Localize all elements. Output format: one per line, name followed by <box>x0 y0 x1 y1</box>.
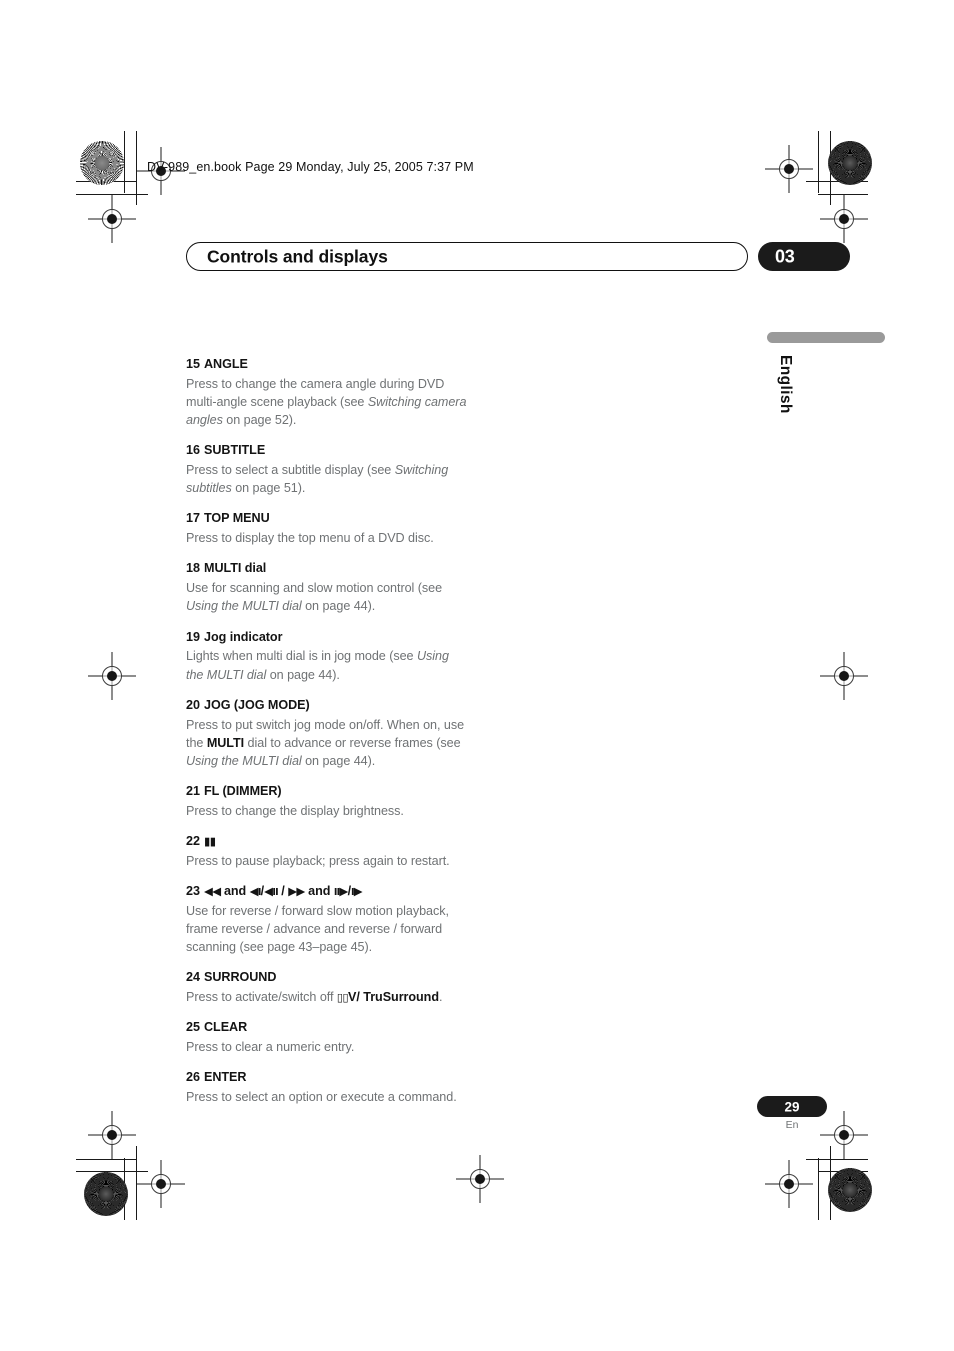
entry-number: 25 <box>186 1020 200 1035</box>
entry-heading: 23 ◀◀ and ◀I/◀II / ▶▶ and II▶/I▶ <box>186 883 468 901</box>
entry-heading: 25 CLEAR <box>186 1019 468 1037</box>
entry-body-text: Press to clear a numeric entry. <box>186 1040 355 1054</box>
entry-body-text: Press to pause playback; press again to … <box>186 853 450 868</box>
entry-body-text: Press to change the display brightness. <box>186 803 404 818</box>
entry-name: SURROUND <box>204 970 277 985</box>
document-page: DV-989_en.book Page 29 Monday, July 25, … <box>0 0 954 1351</box>
entry-number: 24 <box>186 970 200 985</box>
chapter-number-badge: 03 <box>758 242 850 271</box>
entry-body-text: Press to display the top menu of a DVD d… <box>186 531 434 546</box>
page-title: Controls and displays <box>207 246 388 266</box>
entry-number: 16 <box>186 443 200 458</box>
registration-crosshair <box>765 1160 813 1208</box>
entry-number: 15 <box>186 357 200 371</box>
entry-number: 19 <box>186 629 200 644</box>
entry-number: 17 <box>186 511 200 526</box>
entry-heading: 18 MULTI dial <box>186 560 468 578</box>
entry-heading: 20 JOG (JOG MODE) <box>186 697 468 715</box>
entry-number: 23 <box>186 883 200 898</box>
registration-crosshair <box>820 195 868 243</box>
registration-crosshair <box>88 652 136 700</box>
entry-name: ANGLE <box>204 357 248 371</box>
control-description-entry: 25 CLEAR Press to clear a numeric entry. <box>186 1019 468 1056</box>
registration-crosshair <box>456 1155 504 1203</box>
entry-number: 22 <box>186 833 200 848</box>
crop-mark-line <box>818 131 819 193</box>
entry-body-text: Press to change the camera angle during … <box>186 376 467 428</box>
language-tab-bar <box>767 332 885 343</box>
registration-crosshair <box>88 1111 136 1159</box>
entry-name: TOP MENU <box>204 511 270 526</box>
registration-rosette <box>80 141 124 185</box>
print-header-text: DV-989_en.book Page 29 Monday, July 25, … <box>147 160 474 174</box>
entry-body-text: Lights when multi dial is in jog mode (s… <box>186 649 449 682</box>
registration-crosshair <box>137 1160 185 1208</box>
control-description-entry: 24 SURROUND Press to activate/switch off ▯… <box>186 969 468 1006</box>
chapter-number: 03 <box>775 246 795 266</box>
crop-mark-line <box>806 1159 868 1160</box>
control-descriptions-list: 15 ANGLE Press to change the camera angle … <box>186 356 468 1106</box>
registration-rosette <box>84 1172 128 1216</box>
control-description-entry: 26 ENTER Press to select an option or exec… <box>186 1069 468 1106</box>
entry-heading: 15 ANGLE <box>186 356 468 374</box>
crop-mark-line <box>124 131 125 193</box>
entry-number: 26 <box>186 1070 200 1085</box>
entry-body-text: Press to activate/switch off ▯▯V/ TruSur… <box>186 990 443 1004</box>
control-description-entry: 18 MULTI dial Use for scanning and slow mo… <box>186 560 468 615</box>
crop-mark-line <box>818 1158 819 1220</box>
entry-heading: 19 Jog indicator <box>186 629 468 647</box>
entry-heading: 22 ▮▮ <box>186 833 468 851</box>
registration-crosshair <box>820 652 868 700</box>
entry-number: 21 <box>186 783 200 798</box>
page-number-badge: 29 <box>757 1096 827 1117</box>
scan-and-slow-motion-icons: ◀◀ and ◀I/◀II / ▶▶ and II▶/I▶ <box>204 883 363 898</box>
registration-rosette <box>828 1168 872 1212</box>
entry-heading: 16 SUBTITLE <box>186 442 468 460</box>
entry-name: FL (DIMMER) <box>204 783 282 798</box>
entry-heading: 17 TOP MENU <box>186 510 468 528</box>
entry-heading: 21 FL (DIMMER) <box>186 783 468 801</box>
pause-icon: ▮▮ <box>204 833 216 848</box>
control-description-entry: 16 SUBTITLE Press to select a subtitle dis… <box>186 442 468 497</box>
control-description-entry: 20 JOG (JOG MODE) Press to put switch jog … <box>186 697 468 770</box>
entry-heading: 26 ENTER <box>186 1069 468 1087</box>
entry-name: CLEAR <box>204 1020 248 1035</box>
chapter-title-bar: Controls and displays <box>186 242 748 271</box>
registration-rosette <box>828 141 872 185</box>
entry-number: 20 <box>186 697 200 712</box>
entry-heading: 24 SURROUND <box>186 969 468 987</box>
control-description-entry: 15 ANGLE Press to change the camera angle … <box>186 356 468 429</box>
entry-name: MULTI dial <box>204 561 267 576</box>
entry-body-text: Press to select a subtitle display (see … <box>186 463 449 496</box>
page-number: 29 <box>784 1099 800 1114</box>
registration-crosshair <box>88 195 136 243</box>
entry-body-text: Press to put switch jog mode on/off. Whe… <box>186 717 465 768</box>
control-description-entry: 19 Jog indicator Lights when multi dial is… <box>186 629 468 684</box>
control-description-entry: 23 ◀◀ and ◀I/◀II / ▶▶ and II▶/I▶ Use for r… <box>186 883 468 956</box>
language-tab-label: English <box>777 355 794 414</box>
registration-crosshair <box>765 145 813 193</box>
crop-mark-line <box>76 1159 136 1160</box>
control-description-entry: 17 TOP MENU Press to display the top menu … <box>186 510 468 547</box>
control-description-entry: 22 ▮▮ Press to pause playback; press again… <box>186 833 468 870</box>
entry-body-text: Use for scanning and slow motion control… <box>186 581 443 614</box>
entry-name: SUBTITLE <box>204 443 266 458</box>
entry-body-text: Press to select an option or execute a c… <box>186 1090 457 1104</box>
entry-body-text: Use for reverse / forward slow motion pl… <box>186 903 449 954</box>
control-description-entry: 21 FL (DIMMER) Press to change the display… <box>186 783 468 820</box>
entry-name: ENTER <box>204 1070 247 1085</box>
registration-crosshair <box>820 1111 868 1159</box>
page-language-code: En <box>785 1119 799 1131</box>
entry-name: Jog indicator <box>204 629 283 644</box>
entry-number: 18 <box>186 561 200 576</box>
entry-name: JOG (JOG MODE) <box>204 697 310 712</box>
